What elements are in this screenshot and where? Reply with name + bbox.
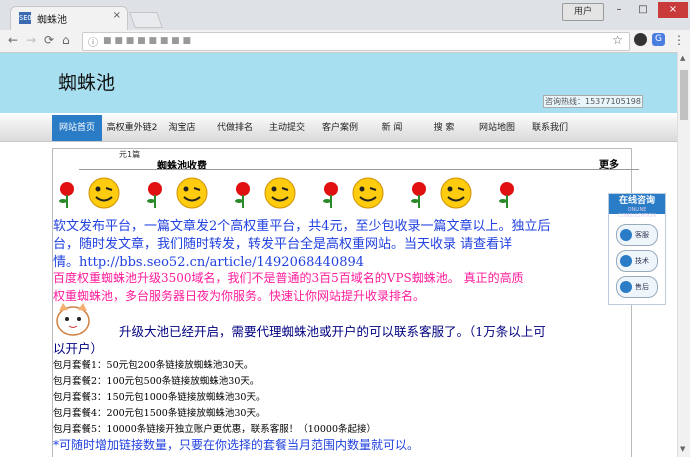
text-line-6: 升级大池已经开启，需要代理蜘蛛池或开户的可以联系客服了。（1万条以上可 — [119, 324, 546, 339]
page-scrollbar[interactable]: ▲ ▼ — [677, 52, 690, 457]
text-line-3[interactable]: 情。http://bbs.seo52.cn/article/1492068440… — [53, 251, 364, 270]
site-header: 蜘蛛池 咨询热线：15377105198 — [0, 53, 677, 113]
browser-toolbar: ← → ⟳ ⌂ ⓘ ■ ■ ■ ■ ■ ■ ■ ■ ☆ G ⋮ — [0, 30, 690, 53]
package-5: 包月套餐5：10000条链接开独立账户更优惠，联系客服！（10000条起接） — [53, 424, 376, 435]
web-page: 蜘蛛池 咨询热线：15377105198 网站首页 高权重外链2 淘宝店 代做排… — [0, 53, 677, 457]
nav-item-submit[interactable]: 主动提交 — [262, 115, 312, 141]
minimize-button[interactable]: – — [608, 2, 630, 18]
package-1: 包月套餐1：50元包200条链接放蜘蛛池30天。 — [53, 360, 254, 371]
rose-icon — [235, 182, 250, 208]
browser-tab[interactable]: SEO 蜘蛛池 × — [10, 6, 128, 30]
rose-icon — [147, 182, 162, 208]
nav-item-sitemap[interactable]: 网站地图 — [472, 115, 522, 141]
nav-item-high-weight-links[interactable]: 高权重外链2 — [102, 115, 162, 141]
smiley-icon — [264, 177, 296, 209]
customer-service-button[interactable]: 客服 — [616, 224, 658, 246]
translate-extension-icon[interactable]: G — [652, 33, 665, 46]
bookmark-star-icon[interactable]: ☆ — [612, 33, 623, 47]
divider — [79, 169, 639, 170]
text-line-4: 百度权重蜘蛛池升级3500域名，我们不是普通的3百5百域名的VPS蜘蛛池。 真正… — [53, 271, 524, 285]
rose-icon — [499, 182, 514, 208]
text-line-5: 权重蜘蛛池，多台服务器日夜为你服务。快速让你网站提升收录排名。 — [53, 289, 426, 303]
smiley-icon — [176, 177, 208, 209]
url-text[interactable]: ■ ■ ■ ■ ■ ■ ■ ■ — [103, 36, 191, 46]
text-line-7: 以开户） — [53, 341, 104, 356]
rose-icon — [323, 182, 338, 208]
package-4: 包月套餐4：200元包1500条链接放蜘蛛池30天。 — [53, 408, 266, 419]
nav-item-search[interactable]: 搜 索 — [420, 115, 468, 141]
customer-service-label: 客服 — [635, 231, 649, 239]
site-favicon-icon: SEO — [19, 12, 32, 24]
nav-item-ranking[interactable]: 代做排名 — [210, 115, 260, 141]
footer-note: *可随时增加链接数量，只要在你选择的套餐当月范围内数量就可以。 — [53, 438, 420, 452]
maximize-button[interactable]: □ — [632, 2, 654, 18]
content-tab-label[interactable]: 元1篇 — [119, 149, 140, 160]
chat-icon — [620, 281, 632, 293]
info-icon[interactable]: ⓘ — [88, 34, 98, 49]
scroll-up-arrow-icon[interactable]: ▲ — [680, 54, 685, 62]
chat-icon — [620, 229, 632, 241]
tab-title: 蜘蛛池 — [37, 15, 67, 26]
browser-titlebar: SEO 蜘蛛池 × 用户 – □ × — [0, 0, 690, 30]
tech-support-button[interactable]: 技术 — [616, 250, 658, 272]
nav-item-contact[interactable]: 联系我们 — [524, 115, 576, 141]
site-logo[interactable]: 蜘蛛池 — [58, 68, 115, 95]
smiley-icon — [352, 177, 384, 209]
user-profile-button[interactable]: 用户 — [562, 3, 604, 21]
package-3: 包月套餐3：150元包1000条链接放蜘蛛池30天。 — [53, 392, 266, 403]
nav-item-cases[interactable]: 客户案例 — [314, 115, 366, 141]
main-nav: 网站首页 高权重外链2 淘宝店 代做排名 主动提交 客户案例 新 闻 搜 索 网… — [0, 115, 677, 142]
hotline-text: 咨询热线：15377105198 — [543, 95, 643, 108]
nav-item-taobao[interactable]: 淘宝店 — [162, 115, 202, 141]
nav-item-news[interactable]: 新 闻 — [368, 115, 416, 141]
extension-icon[interactable] — [634, 33, 647, 46]
chat-icon — [620, 255, 632, 267]
lucky-cat-icon — [56, 303, 90, 336]
scroll-down-arrow-icon[interactable]: ▼ — [680, 445, 685, 453]
text-line-1: 软文发布平台，一篇文章发2个高权重平台，共4元，至少包收录一篇文章以上。独立后 — [53, 219, 551, 234]
content-box: 元1篇 蜘蛛池收费 更多 软文发布平台，一篇文章发2个高权重平台，共4元，至少包… — [52, 148, 639, 457]
rose-icon — [59, 182, 74, 208]
back-button[interactable]: ← — [8, 33, 18, 47]
rose-icon — [411, 182, 426, 208]
reload-button[interactable]: ⟳ — [44, 33, 54, 47]
tab-close-icon[interactable]: × — [113, 10, 121, 21]
new-tab-button[interactable] — [129, 12, 163, 28]
smiley-icon — [440, 177, 472, 209]
close-window-button[interactable]: × — [658, 2, 688, 18]
online-consult-widget: 在线咨询 ONLINE CONSULTATION 客服 技术 售后 — [608, 193, 666, 305]
after-sales-label: 售后 — [635, 283, 649, 291]
text-line-2: 台，随时发文章，我们随时转发，转发平台全是高权重网站。当天收录 请查看详 — [53, 237, 513, 252]
tech-support-label: 技术 — [635, 257, 649, 265]
after-sales-button[interactable]: 售后 — [616, 276, 658, 298]
scroll-thumb[interactable] — [680, 70, 688, 120]
package-2: 包月套餐2：100元包500条链接放蜘蛛池30天。 — [53, 376, 260, 387]
smiley-icon — [88, 177, 120, 209]
nav-item-home[interactable]: 网站首页 — [52, 115, 102, 141]
address-bar[interactable]: ⓘ ■ ■ ■ ■ ■ ■ ■ ■ ☆ — [82, 32, 630, 51]
home-button[interactable]: ⌂ — [62, 33, 70, 47]
consult-subtitle: ONLINE CONSULTATION — [617, 207, 656, 219]
forward-button[interactable]: → — [26, 33, 36, 47]
browser-menu-icon[interactable]: ⋮ — [673, 33, 685, 47]
